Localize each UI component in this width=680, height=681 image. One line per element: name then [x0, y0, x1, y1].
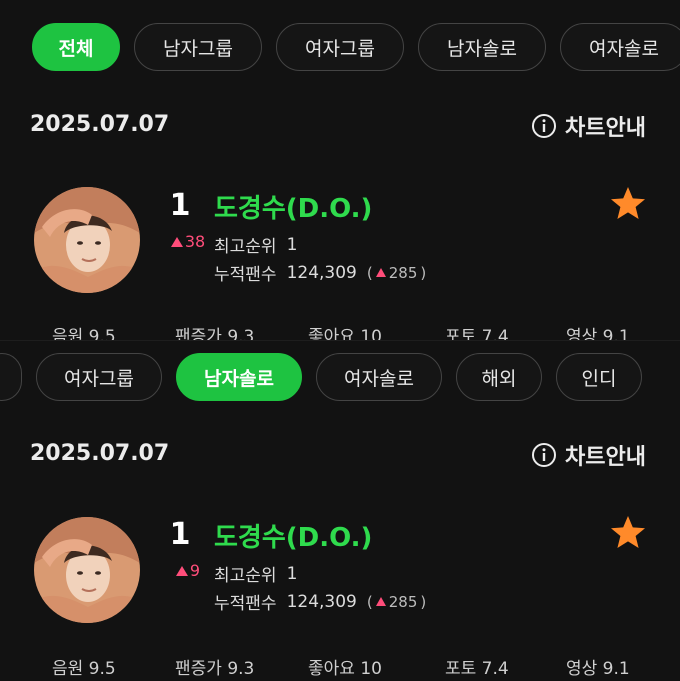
chart-date: 2025.07.07 — [30, 112, 170, 137]
fans-delta-value: 285 — [388, 263, 418, 282]
score-video: 영상 9.1 — [566, 659, 630, 679]
rank-up-icon — [175, 565, 188, 576]
total-fans-label: 누적팬수 — [214, 594, 277, 614]
best-rank-row: 최고순위 1 — [214, 232, 298, 258]
best-rank-label: 최고순위 — [214, 566, 277, 586]
chart-guide-button[interactable]: 차트안내 — [531, 439, 646, 471]
star-icon[interactable] — [610, 515, 646, 553]
fans-up-icon — [375, 597, 386, 606]
tab-female-solo[interactable]: 여자솔로 — [316, 353, 442, 401]
rank-change-value: 38 — [184, 232, 206, 251]
artist-name[interactable]: 도경수(D.O.) — [214, 517, 372, 554]
best-rank-row: 최고순위 1 — [214, 561, 298, 587]
chart-date: 2025.07.07 — [30, 441, 170, 466]
artist-avatar[interactable] — [34, 517, 140, 623]
chart-guide-label: 차트안내 — [565, 445, 646, 470]
score-photo: 포토 7.4 — [445, 327, 509, 340]
tab-overseas[interactable]: 해외 — [456, 353, 542, 401]
score-music: 음원 9.5 — [52, 659, 116, 679]
rank-change: 38 — [156, 232, 220, 251]
tab-indie[interactable]: 인디 — [556, 353, 642, 401]
fans-delta-value: 285 — [388, 592, 418, 611]
rank-number: 1 — [169, 517, 191, 552]
fans-delta-open: ( — [366, 592, 373, 611]
chart-panel-bottom: 여자그룹 남자솔로 여자솔로 해외 인디 2025.07.07 차트안내 1 9… — [0, 340, 680, 681]
fans-delta-close: ) — [420, 263, 427, 282]
tab-male-solo[interactable]: 남자솔로 — [418, 23, 546, 71]
score-fan-growth: 팬증가 9.3 — [175, 327, 255, 340]
fans-delta: ( 285 ) — [367, 264, 426, 282]
score-photo: 포토 7.4 — [445, 659, 509, 679]
info-circle-icon — [531, 113, 557, 139]
total-fans-label: 누적팬수 — [214, 265, 277, 285]
rank-number: 1 — [169, 188, 191, 223]
artist-name[interactable]: 도경수(D.O.) — [214, 188, 372, 225]
category-tabs: 여자그룹 남자솔로 여자솔로 해외 인디 — [0, 353, 642, 401]
rank-change: 9 — [156, 561, 220, 580]
total-fans-row: 누적팬수 124,309 ( 285 ) — [214, 260, 426, 286]
rank-change-value: 9 — [189, 561, 201, 580]
best-rank-label: 최고순위 — [214, 237, 277, 257]
score-likes: 좋아요 10 — [308, 659, 382, 679]
score-row: 음원 9.5 팬증가 9.3 좋아요 10 포토 7.4 영상 9.1 — [0, 322, 680, 340]
best-rank-value: 1 — [286, 234, 298, 255]
tab-all[interactable]: 전체 — [32, 23, 120, 71]
rank-up-icon — [170, 236, 183, 247]
chart-panel-top: 전체 남자그룹 여자그룹 남자솔로 여자솔로 2025.07.07 차트안내 1… — [0, 0, 680, 340]
category-tabs: 전체 남자그룹 여자그룹 남자솔로 여자솔로 — [32, 23, 680, 71]
tab-female-group[interactable]: 여자그룹 — [276, 23, 404, 71]
score-video: 영상 9.1 — [566, 327, 630, 340]
fans-delta: ( 285 ) — [367, 593, 426, 611]
total-fans-value: 124,309 — [286, 262, 357, 283]
artist-avatar[interactable] — [34, 187, 140, 293]
tab-female-solo[interactable]: 여자솔로 — [560, 23, 680, 71]
total-fans-value: 124,309 — [286, 591, 357, 612]
score-likes: 좋아요 10 — [308, 327, 382, 340]
tab-male-group[interactable]: 남자그룹 — [134, 23, 262, 71]
score-row: 음원 9.5 팬증가 9.3 좋아요 10 포토 7.4 영상 9.1 — [0, 654, 680, 681]
score-fan-growth: 팬증가 9.3 — [175, 659, 255, 679]
fans-delta-open: ( — [366, 263, 373, 282]
total-fans-row: 누적팬수 124,309 ( 285 ) — [214, 589, 426, 615]
best-rank-value: 1 — [286, 563, 298, 584]
fans-up-icon — [375, 268, 386, 277]
score-music: 음원 9.5 — [52, 327, 116, 340]
chart-guide-button[interactable]: 차트안내 — [531, 110, 646, 142]
tab-cut-off[interactable] — [0, 353, 22, 401]
star-icon[interactable] — [610, 186, 646, 224]
chart-guide-label: 차트안내 — [565, 116, 646, 141]
fans-delta-close: ) — [420, 592, 427, 611]
tab-female-group[interactable]: 여자그룹 — [36, 353, 162, 401]
info-circle-icon — [531, 442, 557, 468]
tab-male-solo[interactable]: 남자솔로 — [176, 353, 302, 401]
